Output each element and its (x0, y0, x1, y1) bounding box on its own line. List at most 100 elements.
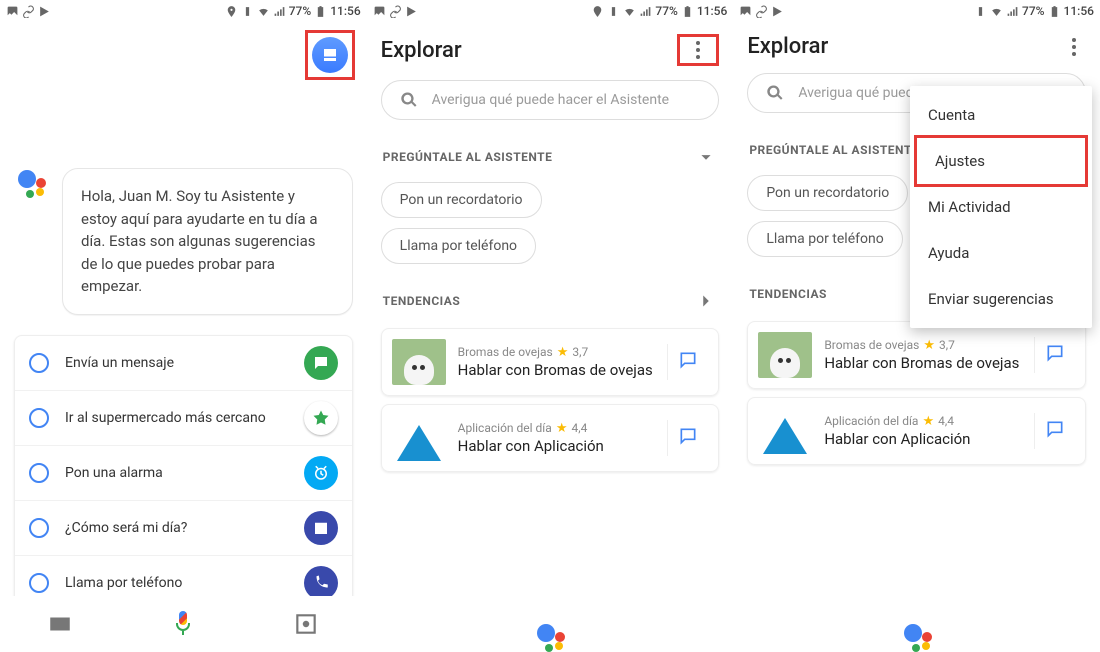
card-title: Hablar con Bromas de ovejas (824, 354, 1022, 373)
trending-card[interactable]: Bromas de ovejas ★ 3,7Hablar con Bromas … (381, 328, 720, 396)
suggestion-item[interactable]: ¿Cómo será mi día? (15, 501, 352, 556)
trending-card[interactable]: Bromas de ovejas ★ 3,7Hablar con Bromas … (747, 321, 1086, 389)
battery-icon (314, 5, 327, 18)
maps-icon (304, 401, 338, 435)
signal-icon (1006, 5, 1019, 18)
menu-item-ayuda[interactable]: Ayuda (910, 230, 1092, 276)
play-icon (38, 5, 51, 18)
search-placeholder: Averigua qué puede hacer el Asistente (432, 92, 669, 108)
card-pretitle: Aplicación del día ★ 4,4 (458, 421, 656, 436)
card-pretitle: Aplicación del día ★ 4,4 (824, 414, 1022, 429)
radio-icon (29, 573, 49, 593)
menu-item-mi-actividad[interactable]: Mi Actividad (910, 184, 1092, 230)
trending-card[interactable]: Aplicación del día ★ 4,4Hablar con Aplic… (381, 404, 720, 472)
card-thumbnail (392, 415, 446, 461)
suggestion-label: Envía un mensaje (65, 355, 288, 371)
vibrate-icon (974, 5, 987, 18)
chip[interactable]: Pon un recordatorio (747, 175, 908, 211)
card-chat-button[interactable] (667, 420, 708, 456)
vibrate-icon (241, 5, 254, 18)
link-icon (389, 5, 402, 18)
card-pretitle: Bromas de ovejas ★ 3,7 (824, 338, 1022, 353)
card-chat-button[interactable] (1034, 337, 1075, 373)
page-title: Explorar (381, 38, 462, 63)
chip[interactable]: Pon un recordatorio (381, 182, 542, 218)
picture-icon (739, 5, 752, 18)
play-icon (771, 5, 784, 18)
star-icon: ★ (922, 414, 934, 429)
battery-pct: 77% (1022, 4, 1044, 18)
statusbar: 77% 11:56 (0, 0, 367, 22)
assistant-greeting-bubble: Hola, Juan M. Soy tu Asistente y estoy a… (62, 168, 353, 315)
phone-screen-explore: 77% 11:56 Explorar Averigua qué puede ha… (367, 0, 734, 652)
assistant-home-button[interactable] (367, 622, 734, 648)
suggestion-item[interactable]: Envía un mensaje (15, 336, 352, 391)
overflow-menu: CuentaAjustesMi ActividadAyudaEnviar sug… (910, 86, 1092, 328)
link-icon (22, 5, 35, 18)
chip[interactable]: Llama por teléfono (381, 228, 536, 264)
assistant-logo (14, 168, 48, 202)
radio-icon (29, 353, 49, 373)
card-thumbnail (758, 332, 812, 378)
chevron-right-icon[interactable] (695, 290, 717, 312)
signal-icon (639, 5, 652, 18)
suggestion-label: ¿Cómo será mi día? (65, 520, 288, 536)
star-icon: ★ (923, 338, 935, 353)
message-icon (304, 346, 338, 380)
phone-icon (304, 566, 338, 600)
picture-icon (6, 5, 19, 18)
link-icon (755, 5, 768, 18)
battery-pct: 77% (289, 4, 311, 18)
battery-icon (681, 5, 694, 18)
trending-card[interactable]: Aplicación del día ★ 4,4Hablar con Aplic… (747, 397, 1086, 465)
card-chat-button[interactable] (1034, 413, 1075, 449)
suggestion-list: Envía un mensaje Ir al supermercado más c… (14, 335, 353, 611)
menu-item-cuenta[interactable]: Cuenta (910, 92, 1092, 138)
card-title: Hablar con Aplicación (824, 430, 1022, 449)
calendar-icon (304, 511, 338, 545)
search-input[interactable]: Averigua qué puede hacer el Asistente (381, 80, 720, 120)
suggestion-item[interactable]: Ir al supermercado más cercano (15, 391, 352, 446)
clock-time: 11:56 (330, 4, 360, 18)
overflow-button-highlight (677, 34, 719, 66)
phone-screen-assistant: 77% 11:56 Hola, Juan M. Soy tu Asistente… (0, 0, 367, 652)
assistant-home-button[interactable] (733, 622, 1100, 648)
search-icon (400, 91, 418, 109)
suggestion-label: Llama por teléfono (65, 575, 288, 591)
search-icon (766, 84, 784, 102)
section-ask-label: PREGÚNTALE AL ASISTENTE (749, 143, 919, 157)
vibrate-icon (607, 5, 620, 18)
explore-button[interactable] (312, 37, 348, 73)
suggestion-label: Ir al supermercado más cercano (65, 410, 288, 426)
statusbar: 77% 11:56 (367, 0, 734, 22)
alarm-icon (304, 456, 338, 490)
chevron-down-icon[interactable] (695, 146, 717, 168)
card-pretitle: Bromas de ovejas ★ 3,7 (458, 345, 656, 360)
menu-item-enviar-sugerencias[interactable]: Enviar sugerencias (910, 276, 1092, 322)
card-title: Hablar con Aplicación (458, 437, 656, 456)
menu-item-ajustes[interactable]: Ajustes (914, 135, 1088, 187)
wifi-icon (623, 5, 636, 18)
location-icon (591, 5, 604, 18)
section-trending-label: TENDENCIAS (383, 294, 461, 308)
mic-button[interactable] (168, 609, 198, 639)
keyboard-icon[interactable] (47, 611, 73, 637)
card-title: Hablar con Bromas de ovejas (458, 361, 656, 380)
radio-icon (29, 408, 49, 428)
signal-icon (273, 5, 286, 18)
chip[interactable]: Llama por teléfono (747, 221, 902, 257)
suggestion-label: Pon una alarma (65, 465, 288, 481)
bottombar (0, 596, 367, 652)
overflow-button[interactable] (686, 41, 710, 59)
drawer-icon (321, 46, 339, 64)
location-icon (225, 5, 238, 18)
wifi-icon (990, 5, 1003, 18)
star-icon: ★ (557, 345, 569, 360)
card-chat-button[interactable] (667, 344, 708, 380)
suggestion-item[interactable]: Pon una alarma (15, 446, 352, 501)
clock-time: 11:56 (1064, 4, 1094, 18)
lens-icon[interactable] (293, 611, 319, 637)
radio-icon (29, 518, 49, 538)
battery-pct: 77% (655, 4, 677, 18)
overflow-button[interactable] (1062, 38, 1086, 56)
